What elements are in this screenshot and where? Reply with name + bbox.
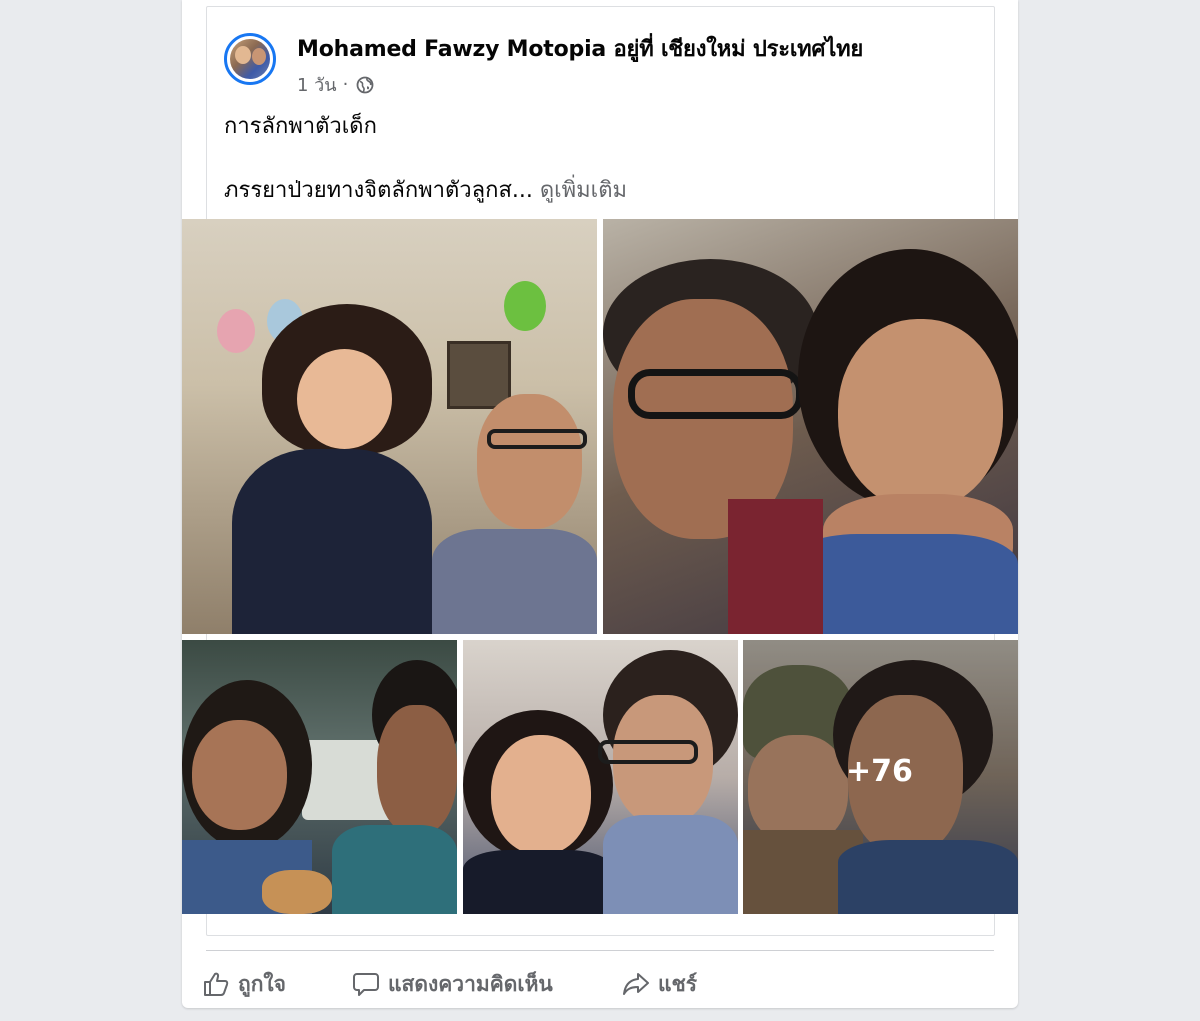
post-text-truncated: ภรรยาป่วยทางจิตลักพาตัวลูกส... <box>224 178 533 203</box>
food-item <box>262 870 332 914</box>
adult-glasses <box>598 740 698 764</box>
share-button[interactable]: แชร์ <box>622 964 697 1004</box>
like-label: ถูกใจ <box>238 971 286 996</box>
post-text-line2: ภรรยาป่วยทางจิตลักพาตัวลูกส... ดูเพิ่มเต… <box>224 172 627 207</box>
adult-shirt <box>603 815 738 914</box>
share-arrow-icon <box>622 970 650 998</box>
photo-1[interactable] <box>182 219 597 634</box>
comment-button[interactable]: แสดงความคิดเห็น <box>352 964 553 1004</box>
adult-glasses <box>628 369 803 419</box>
child-dress <box>463 850 613 914</box>
globe-icon[interactable] <box>356 76 374 94</box>
action-bar: ถูกใจ แสดงความคิดเห็น แชร์ <box>202 964 998 1004</box>
share-label: แชร์ <box>658 971 698 996</box>
see-more-link[interactable]: ดูเพิ่มเติม <box>540 178 627 203</box>
adult-shirt <box>332 825 457 914</box>
adult-face <box>377 705 457 835</box>
photo-3[interactable] <box>182 640 457 914</box>
photo-5[interactable]: +76 <box>743 640 1018 914</box>
avatar-face-child <box>235 46 251 64</box>
photo-2[interactable] <box>603 219 1018 634</box>
author-avatar[interactable] <box>224 33 276 85</box>
post-text-line1: การลักพาตัวเด็ก <box>224 114 377 139</box>
comment-label: แสดงความคิดเห็น <box>388 971 553 996</box>
embroidered-cloth <box>728 499 823 634</box>
like-button[interactable]: ถูกใจ <box>202 964 286 1004</box>
child-face <box>838 319 1003 509</box>
adult-shirt <box>432 529 597 634</box>
actions-divider <box>206 950 994 951</box>
thumbs-up-icon <box>202 970 230 998</box>
post-meta: 1 วัน · <box>297 70 374 99</box>
post-card: Mohamed Fawzy Motopia อยู่ที่ เชียงใหม่ … <box>182 0 1018 1008</box>
balloon-pink <box>217 309 255 353</box>
balloon-green <box>504 281 546 331</box>
more-photos-count: +76 <box>846 753 913 789</box>
child-face <box>192 720 287 830</box>
photo-4[interactable] <box>463 640 738 914</box>
child-dress <box>232 449 432 634</box>
page: Mohamed Fawzy Motopia อยู่ที่ เชียงใหม่ … <box>0 0 1200 1021</box>
avatar-image <box>230 39 270 79</box>
meta-separator: · <box>342 74 349 95</box>
author-name[interactable]: Mohamed Fawzy Motopia อยู่ที่ เชียงใหม่ … <box>297 31 863 66</box>
adult-glasses <box>487 429 587 449</box>
child-face <box>491 735 591 855</box>
child-face <box>297 349 392 449</box>
post-time[interactable]: 1 วัน <box>297 70 337 99</box>
speech-bubble-icon <box>352 970 380 998</box>
avatar-face-adult <box>252 48 266 65</box>
more-photos-overlay[interactable]: +76 <box>743 640 1018 914</box>
adult-face <box>477 394 582 529</box>
frame-wall <box>447 341 511 409</box>
